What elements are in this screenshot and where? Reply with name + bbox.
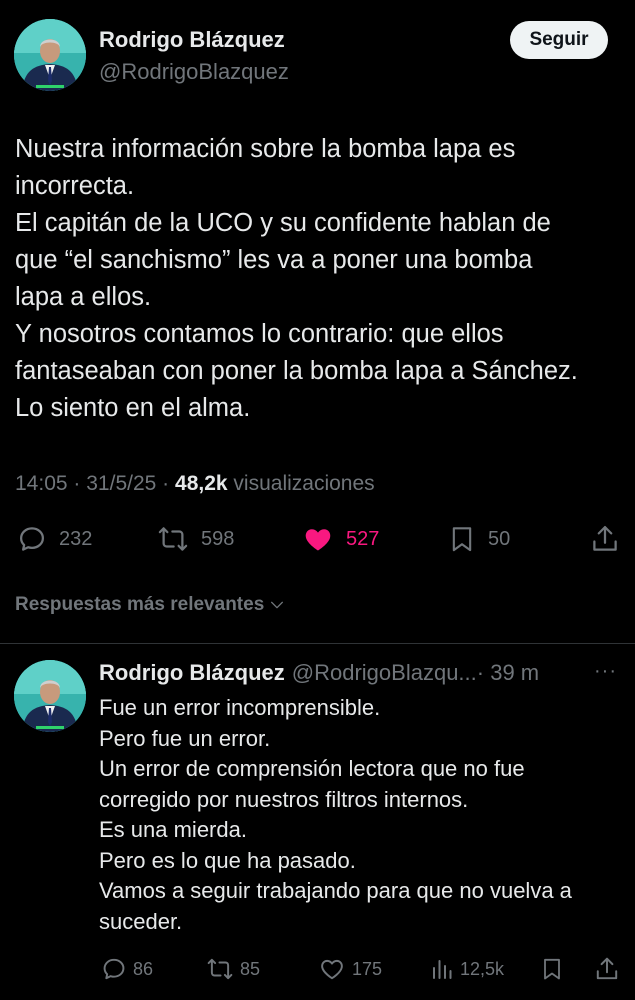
reply-views-count: 12,5k <box>460 958 505 979</box>
reply-author-handle[interactable]: @RodrigoBlazqu... <box>292 660 477 686</box>
reply-header: Rodrigo Blázquez @RodrigoBlazqu... · 39 … <box>99 660 539 686</box>
heart-icon <box>305 529 331 551</box>
avatar-image <box>14 19 86 91</box>
tweet-text-line: lapa a ellos. <box>15 283 152 311</box>
share-button[interactable] <box>590 524 620 554</box>
reply-text-line: corregido por nuestros filtros internos. <box>99 786 469 812</box>
tweet-text-line: fantaseaban con poner la bomba lapa a Sá… <box>15 357 578 385</box>
sort-label: Respuestas más relevantes <box>15 594 265 615</box>
heart-icon <box>321 959 343 980</box>
like-count: 527 <box>346 527 380 550</box>
avatar[interactable] <box>14 19 86 91</box>
retweet-count: 598 <box>201 527 235 550</box>
retweet-icon <box>207 958 233 980</box>
reply-icon <box>20 527 44 551</box>
reply-button[interactable]: 232 <box>17 524 92 554</box>
reply-retweet-count: 85 <box>240 958 261 979</box>
reply-retweet-button[interactable]: 85 <box>206 956 260 982</box>
avatar-image <box>14 660 86 732</box>
reply-count: 232 <box>59 527 93 550</box>
reply-share-button[interactable] <box>594 956 620 982</box>
tweet-text-line: Y nosotros contamos lo contrario: que el… <box>15 320 504 348</box>
tweet-text-line: Nuestra información sobre la bomba lapa … <box>15 135 516 163</box>
retweet-icon <box>158 527 188 551</box>
reply-author-name[interactable]: Rodrigo Blázquez <box>99 660 285 686</box>
reply-views-button[interactable]: 12,5k <box>430 956 504 982</box>
reply-reply-button[interactable]: 86 <box>101 956 153 982</box>
reply-text: Fue un error incomprensible. Pero fue un… <box>99 693 629 937</box>
reply-icon <box>103 958 125 980</box>
divider <box>0 643 635 644</box>
reply-like-button[interactable]: 175 <box>318 956 382 982</box>
chevron-down-icon <box>271 601 284 609</box>
more-options-icon[interactable]: ··· <box>594 660 617 683</box>
share-icon <box>596 957 618 980</box>
author-name[interactable]: Rodrigo Blázquez <box>99 27 285 53</box>
tweet-meta: 14:05 · 31/5/25 · 48,2k visualizaciones <box>15 472 375 496</box>
author-handle[interactable]: @RodrigoBlazquez <box>99 59 289 85</box>
reply-text-line: Es una mierda. <box>99 817 247 842</box>
share-icon <box>593 526 617 551</box>
reply-bookmark-button[interactable] <box>540 956 564 982</box>
bookmark-icon <box>452 527 472 552</box>
views-label: visualizaciones <box>233 472 375 495</box>
tweet-time[interactable]: 14:05 <box>15 472 68 495</box>
meta-separator: · <box>73 472 81 495</box>
reply-text-line: Fue un error incomprensible. <box>99 695 381 720</box>
reply-time[interactable]: · 39 m <box>477 660 539 686</box>
views-icon <box>433 960 452 979</box>
tweet-date[interactable]: 31/5/25 <box>86 472 156 495</box>
like-button[interactable]: 527 <box>302 524 379 554</box>
replies-sort-dropdown[interactable]: Respuestas más relevantes <box>15 594 285 616</box>
retweet-button[interactable]: 598 <box>157 524 234 554</box>
bookmark-icon <box>544 958 560 980</box>
meta-separator: · <box>162 472 170 495</box>
reply-text-line: Pero fue un error. <box>99 725 271 751</box>
tweet-text-line: El capitán de la UCO y su confidente hab… <box>15 209 551 237</box>
reply-text-line: suceder. <box>99 908 183 934</box>
reply-avatar[interactable] <box>14 660 86 732</box>
bookmark-count: 50 <box>488 527 511 550</box>
reply-text-line: Pero es lo que ha pasado. <box>99 847 356 873</box>
tweet-text-line: Lo siento en el alma. <box>15 394 251 422</box>
reply-like-count: 175 <box>352 958 383 979</box>
tweet-text: Nuestra información sobre la bomba lapa … <box>15 131 623 427</box>
tweet-text-line: que “el sanchismo” les va a poner una bo… <box>15 246 533 274</box>
reply-text-line: Un error de comprensión lectora que no f… <box>99 756 525 781</box>
views-count: 48,2k <box>175 472 228 495</box>
follow-button[interactable]: Seguir <box>510 21 608 59</box>
reply-text-line: Vamos a seguir trabajando para que no vu… <box>99 878 572 903</box>
bookmark-button[interactable]: 50 <box>448 524 510 554</box>
reply-reply-count: 86 <box>133 958 154 979</box>
tweet-text-line: incorrecta. <box>15 172 135 200</box>
